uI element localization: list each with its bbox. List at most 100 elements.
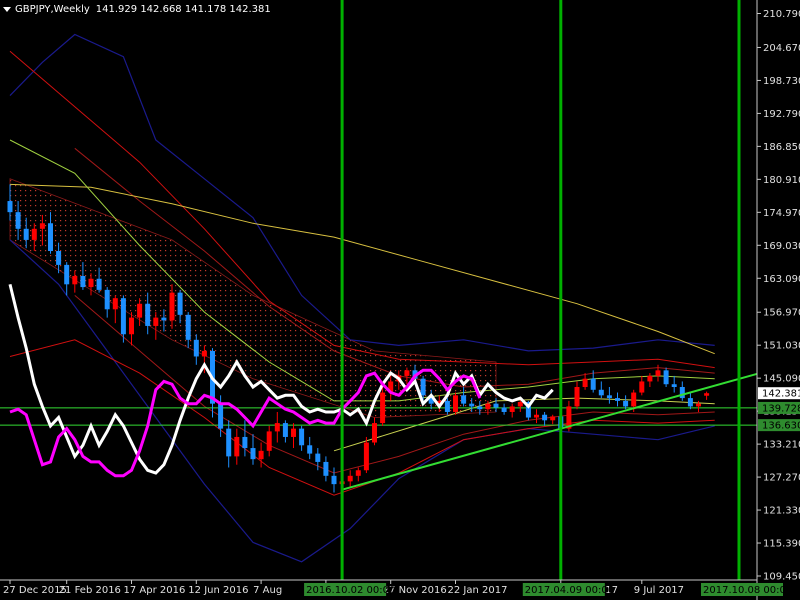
level-price-label: 139.728: [762, 403, 800, 414]
candle-body: [355, 470, 361, 476]
candle-body: [129, 317, 134, 335]
candle-body: [534, 414, 539, 418]
candle-body: [169, 292, 175, 321]
candle-body: [23, 228, 29, 240]
candle-body: [15, 212, 21, 229]
candle-body: [72, 275, 78, 285]
y-tick-label: 180.910: [763, 175, 800, 186]
marker-date-label: 2017.04.09 00:00: [525, 585, 614, 596]
candle-body: [177, 292, 183, 315]
candle-body: [48, 223, 53, 252]
candle-body: [380, 392, 386, 424]
candle-body: [420, 378, 426, 396]
candle-body: [185, 314, 191, 340]
candle-body: [7, 201, 13, 213]
symbol-menu-icon[interactable]: [3, 6, 11, 12]
candle-body: [509, 406, 515, 412]
y-tick-label: 198.730: [763, 76, 800, 87]
marker-date-label: 2017.10.08 00:00: [703, 585, 792, 596]
x-tick-label: 7 Aug: [253, 585, 282, 596]
current-price-label: 142.381: [762, 389, 800, 400]
candle-body: [461, 395, 467, 404]
candle-body: [96, 278, 102, 290]
y-tick-label: 133.210: [763, 440, 800, 451]
plot-area: [0, 0, 757, 580]
candle-body: [137, 303, 143, 318]
y-tick-label: 192.790: [763, 109, 800, 120]
candle-body: [696, 403, 701, 407]
y-tick-label: 109.450: [763, 572, 800, 583]
candle-body: [282, 423, 288, 437]
y-tick-label: 174.970: [763, 208, 800, 219]
candle-body: [639, 381, 645, 393]
candle-body: [112, 298, 118, 310]
candle-body: [582, 378, 588, 387]
candle-body: [323, 461, 329, 476]
x-tick-label: 22 Jan 2017: [448, 585, 508, 596]
candle-body: [250, 448, 256, 460]
y-tick-label: 210.790: [763, 9, 800, 20]
candle-body: [120, 298, 126, 335]
candle-body: [347, 475, 353, 482]
marker-date-label: 2016.10.02 00:00: [306, 585, 395, 596]
candle-body: [80, 275, 86, 288]
candle-body: [31, 228, 37, 240]
candle-body: [647, 375, 653, 382]
candle-body: [201, 350, 207, 357]
candle-body: [372, 423, 377, 443]
candle-body: [485, 403, 491, 410]
x-tick-label: 17 Apr 2016: [124, 585, 186, 596]
y-tick-label: 151.030: [763, 341, 800, 352]
y-tick-label: 121.330: [763, 506, 800, 517]
candle-body: [315, 453, 321, 462]
y-tick-label: 156.970: [763, 308, 800, 319]
candle-body: [606, 395, 612, 399]
candle-body: [550, 416, 556, 421]
candle-body: [307, 445, 313, 454]
candle-body: [226, 428, 232, 457]
candle-body: [663, 370, 669, 385]
candle-body: [615, 398, 620, 401]
candle-body: [598, 389, 604, 396]
price-chart[interactable]: 210.790 204.670 198.730 192.790 186.850 180.9…: [0, 0, 800, 600]
candle-body: [631, 392, 637, 407]
candle-body: [234, 436, 240, 457]
candle-body: [258, 450, 264, 460]
symbol-timeframe: GBPJPY,Weekly: [15, 4, 90, 15]
candle-body: [145, 303, 151, 326]
chart-header: GBPJPY,Weekly 141.929 142.668 141.178 142…: [3, 4, 271, 15]
candle-body: [299, 428, 305, 446]
candle-body: [501, 407, 507, 412]
candle-body: [193, 339, 199, 357]
candle-body: [242, 436, 248, 449]
candle-body: [477, 406, 483, 410]
candle-body: [679, 386, 685, 399]
candle-body: [363, 442, 369, 471]
candle-body: [590, 378, 596, 390]
y-tick-label: 169.030: [763, 241, 800, 252]
x-tick-label: 21 Feb 2016: [59, 585, 121, 596]
candle-body: [444, 400, 450, 412]
level-price-label: 136.630: [762, 421, 800, 432]
y-tick-label: 186.850: [763, 142, 800, 153]
candle-body: [161, 317, 167, 321]
candle-body: [574, 386, 580, 407]
candle-body: [266, 431, 272, 451]
candle-body: [623, 400, 629, 407]
candle-body: [218, 403, 224, 429]
candle-body: [64, 264, 70, 285]
y-tick-label: 127.270: [763, 473, 800, 484]
candle-body: [687, 398, 693, 407]
candle-body: [274, 423, 280, 432]
x-tick-label: 27 Dec 2015: [3, 585, 67, 596]
candle-body: [56, 251, 62, 265]
candle-body: [542, 414, 548, 421]
candle-body: [153, 317, 159, 326]
ohlc-values: 141.929 142.668 141.178 142.381: [95, 4, 271, 15]
x-tick-label: 9 Jul 2017: [634, 585, 684, 596]
candle-body: [453, 395, 458, 412]
candle-body: [331, 475, 337, 485]
candle-body: [469, 403, 475, 407]
candle-body: [404, 370, 410, 376]
candle-body: [655, 370, 661, 376]
